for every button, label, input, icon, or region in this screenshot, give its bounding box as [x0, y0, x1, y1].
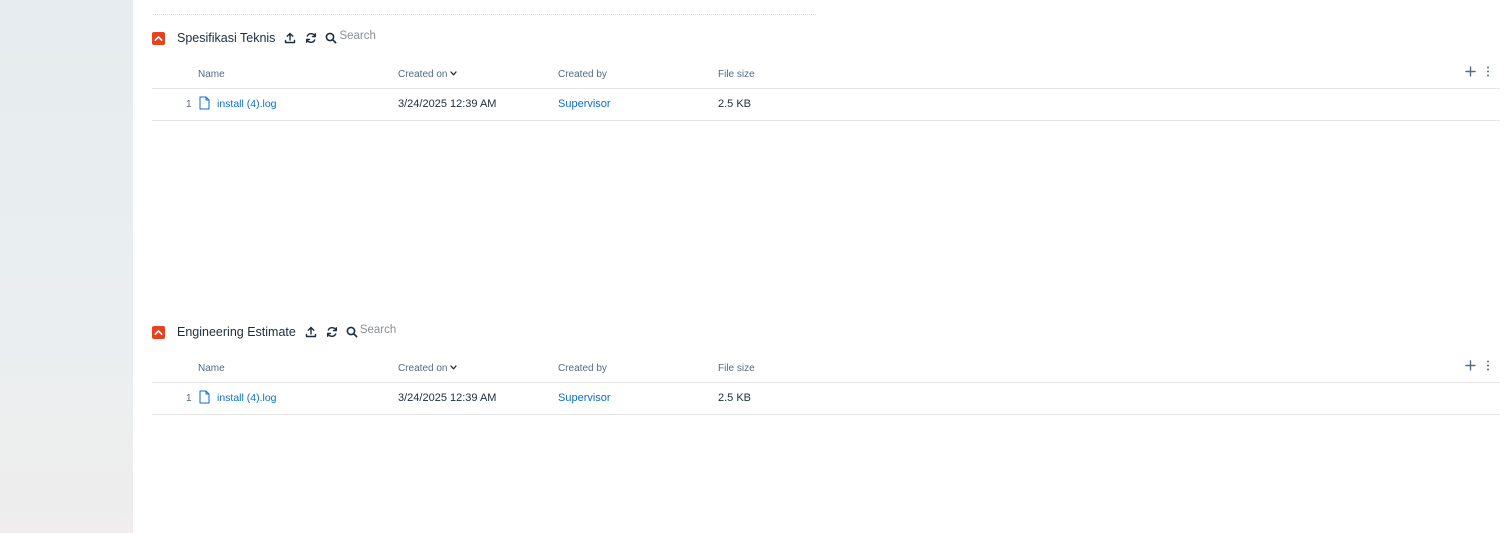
collapse-button[interactable]	[152, 31, 165, 45]
add-button[interactable]	[1465, 360, 1476, 374]
collapse-button[interactable]	[152, 325, 165, 339]
created-on-value: 3/24/2025 12:39 AM	[398, 98, 497, 110]
section-header: Spesifikasi Teknis	[152, 28, 460, 48]
more-vertical-icon	[1487, 360, 1489, 371]
column-header-created-on[interactable]: Created on	[398, 69, 458, 80]
table-row[interactable]: 1 install (4).log 3/24/2025 12:39 AM Sup…	[152, 88, 1500, 121]
upload-button[interactable]	[283, 31, 297, 45]
table-header: Name Created on Created by File size	[152, 62, 1500, 89]
sort-down-icon	[450, 71, 458, 76]
search-input[interactable]	[359, 324, 480, 336]
more-options-button[interactable]	[1486, 66, 1490, 80]
search-icon	[326, 32, 337, 44]
more-vertical-icon	[1487, 66, 1489, 77]
table-row[interactable]: 1 install (4).log 3/24/2025 12:39 AM Sup…	[152, 382, 1500, 415]
refresh-button[interactable]	[304, 31, 318, 45]
column-header-created-by[interactable]: Created by	[558, 363, 607, 374]
section-header: Engineering Estimate	[152, 322, 480, 342]
column-header-file-size[interactable]: File size	[718, 363, 755, 374]
column-header-name[interactable]: Name	[198, 69, 225, 80]
plus-icon	[1465, 360, 1476, 371]
section-divider	[153, 14, 816, 15]
created-by-link[interactable]: Supervisor	[558, 392, 611, 404]
more-options-button[interactable]	[1486, 360, 1490, 374]
search-box[interactable]	[346, 324, 480, 338]
file-icon	[199, 96, 210, 110]
left-panel	[0, 0, 133, 533]
file-size-value: 2.5 KB	[718, 98, 752, 110]
add-button[interactable]	[1465, 66, 1476, 80]
chevron-up-icon	[154, 35, 163, 41]
search-box[interactable]	[325, 30, 460, 44]
section-title: Engineering Estimate	[177, 325, 296, 339]
row-index: 1	[186, 393, 192, 404]
main-content: Spesifikasi Teknis Name Created on Creat…	[133, 0, 1510, 533]
plus-icon	[1465, 66, 1476, 77]
created-on-value: 3/24/2025 12:39 AM	[398, 392, 497, 404]
column-header-created-on-label: Created on	[398, 363, 448, 374]
file-icon	[199, 390, 210, 404]
upload-button[interactable]	[304, 325, 318, 339]
column-header-file-size[interactable]: File size	[718, 69, 755, 80]
search-input[interactable]	[339, 30, 460, 42]
chevron-up-icon	[154, 329, 163, 335]
table-header: Name Created on Created by File size	[152, 356, 1500, 383]
file-size-value: 2.5 KB	[718, 392, 752, 404]
refresh-button[interactable]	[325, 325, 339, 339]
file-name-link[interactable]: install (4).log	[217, 98, 277, 110]
column-header-name[interactable]: Name	[198, 363, 225, 374]
column-header-created-on-label: Created on	[398, 69, 448, 80]
column-header-created-on[interactable]: Created on	[398, 363, 458, 374]
upload-icon	[285, 32, 296, 44]
section-title: Spesifikasi Teknis	[177, 31, 276, 45]
sort-down-icon	[450, 365, 458, 370]
file-name-link[interactable]: install (4).log	[217, 392, 277, 404]
search-icon	[346, 326, 358, 338]
row-index: 1	[186, 99, 192, 110]
refresh-icon	[306, 33, 317, 43]
table-actions	[1465, 360, 1490, 374]
upload-icon	[305, 326, 317, 338]
refresh-icon	[326, 327, 337, 337]
table-actions	[1465, 66, 1490, 80]
column-header-created-by[interactable]: Created by	[558, 69, 607, 80]
created-by-link[interactable]: Supervisor	[558, 98, 611, 110]
